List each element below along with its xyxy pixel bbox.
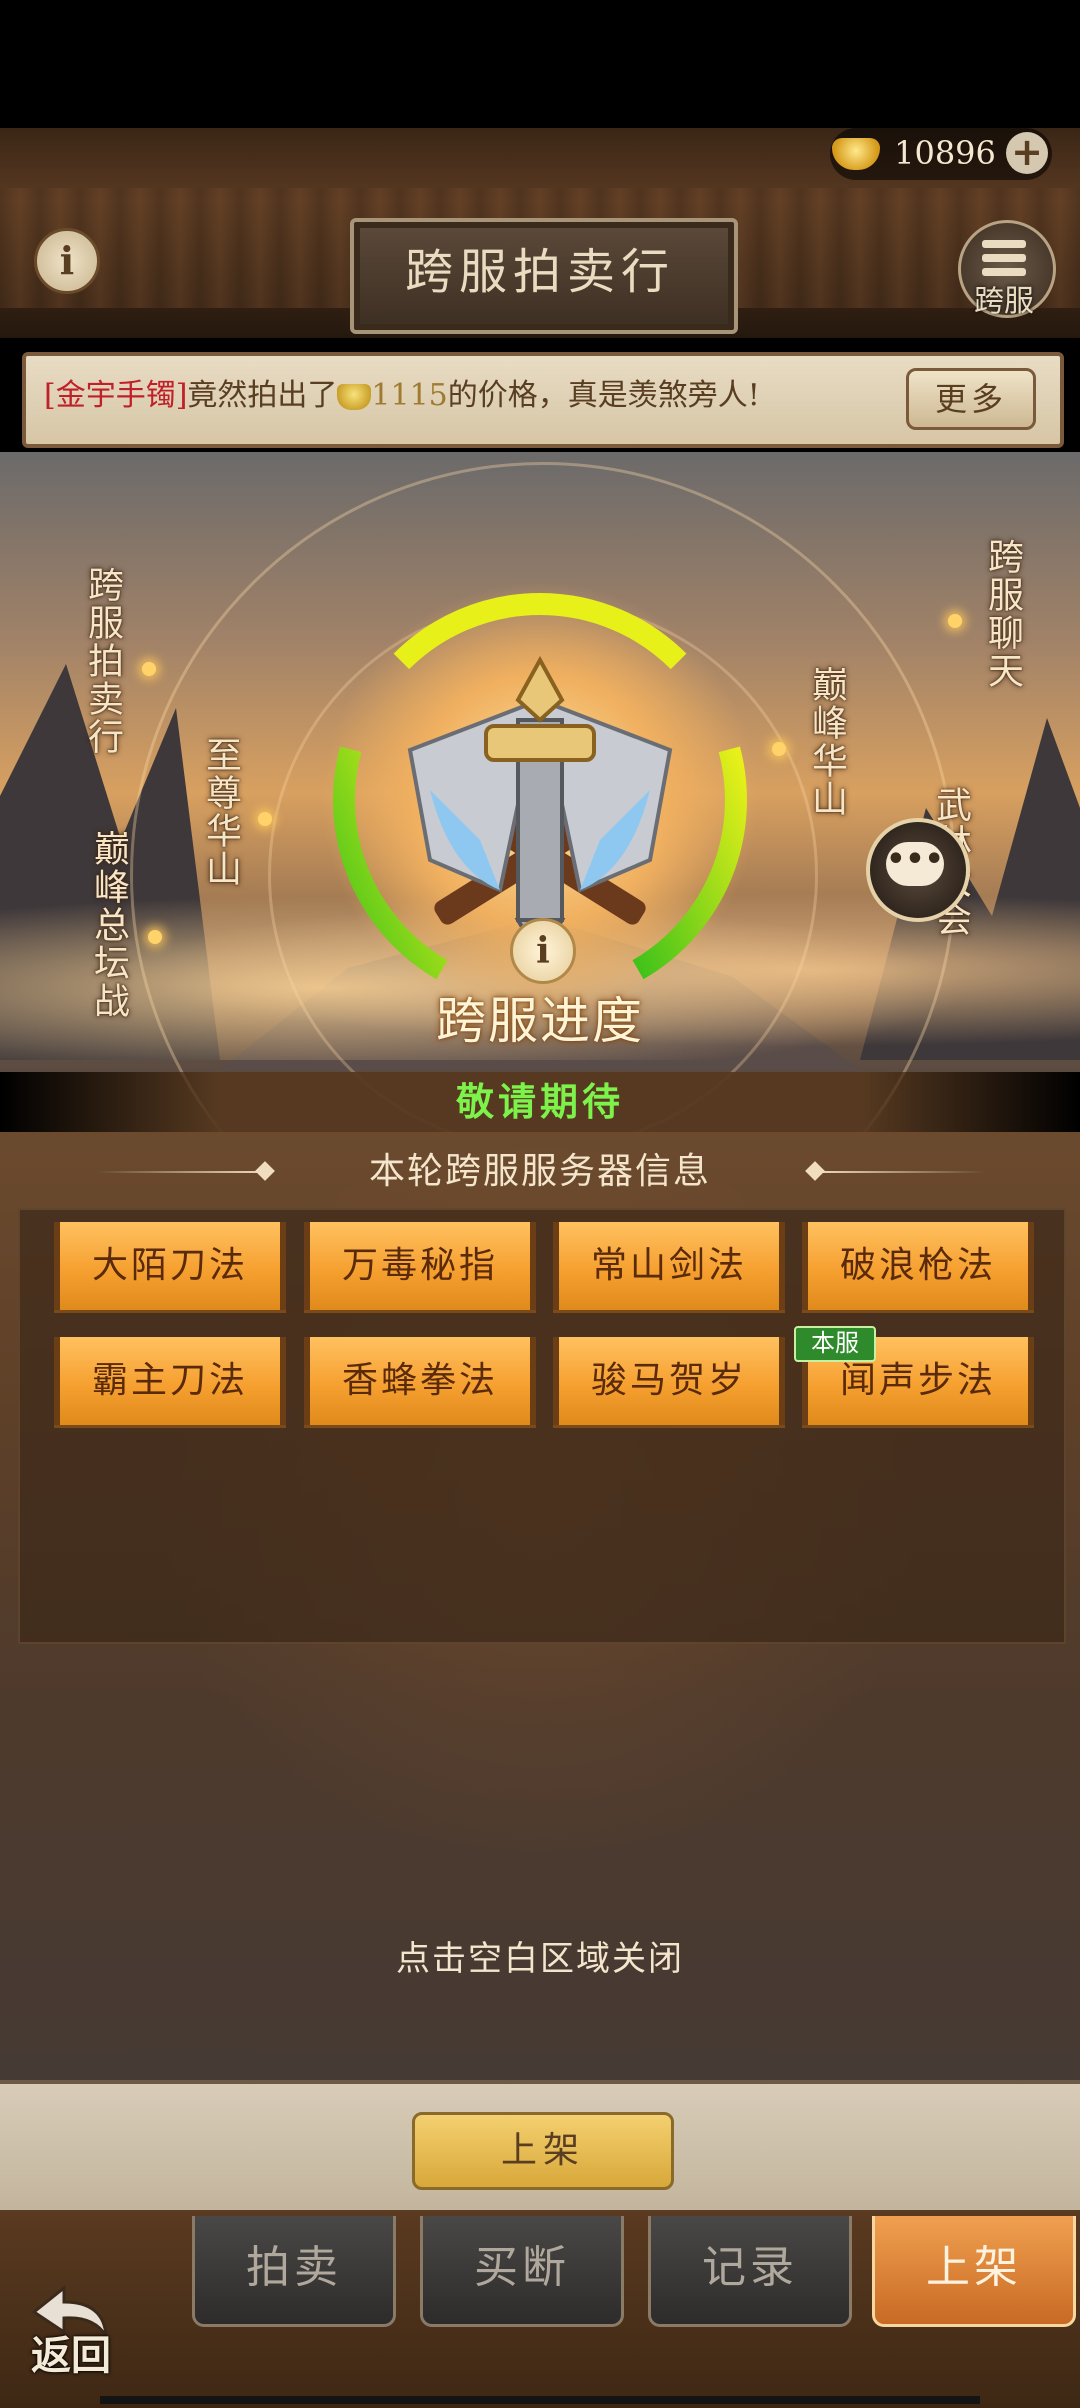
- more-button[interactable]: 更多: [906, 368, 1036, 430]
- back-label: 返回: [31, 2332, 111, 2379]
- server-item[interactable]: 破浪枪法: [802, 1222, 1034, 1310]
- node-dot: [258, 812, 272, 826]
- status-bar: [0, 0, 1080, 128]
- server-item[interactable]: 霸主刀法: [54, 1337, 286, 1425]
- tab-auction[interactable]: 拍卖: [192, 2216, 396, 2327]
- list-item-button[interactable]: 上架: [412, 2112, 674, 2190]
- progress-title: 跨服进度: [436, 992, 644, 1050]
- tab-records[interactable]: 记录: [648, 2216, 852, 2327]
- gold-ingot-icon: [337, 384, 372, 410]
- ticker-amount: 1115: [371, 378, 448, 413]
- node-peak-altar-battle[interactable]: 巅峰总坛战: [86, 830, 130, 1020]
- node-cross-server-chat[interactable]: 跨服聊天: [980, 538, 1024, 690]
- ticker-tail: 的价格，真是羡煞旁人!: [447, 378, 760, 413]
- divider-right: [816, 1171, 986, 1173]
- ticker-text: [金宇手镯]竟然拍出了 1115的价格，真是羡煞旁人!: [44, 364, 884, 428]
- progress-status: 敬请期待: [455, 1079, 624, 1124]
- server-item[interactable]: 骏马贺岁: [553, 1337, 785, 1425]
- menu-icon: [982, 240, 1026, 284]
- server-item[interactable]: 常山剑法: [553, 1222, 785, 1310]
- chat-dots: •••: [886, 842, 944, 877]
- section-title: 本轮跨服服务器信息: [368, 1151, 711, 1192]
- info-icon[interactable]: i: [34, 228, 100, 294]
- node-supreme-huashan[interactable]: 至尊华山: [198, 736, 242, 888]
- server-item[interactable]: 万毒秘指: [304, 1222, 536, 1310]
- close-hint[interactable]: 点击空白区域关闭: [340, 1934, 740, 1984]
- tab-list[interactable]: 上架: [872, 2216, 1076, 2327]
- cross-server-label: 跨服: [974, 284, 1034, 319]
- server-item[interactable]: 大陌刀法: [54, 1222, 286, 1310]
- add-currency-button[interactable]: +: [1006, 132, 1048, 174]
- current-server-badge: 本服: [794, 1326, 876, 1362]
- progress-info-icon[interactable]: i: [510, 918, 576, 984]
- currency-value: 10896: [894, 134, 996, 172]
- node-dot: [772, 742, 786, 756]
- node-dot: [148, 930, 162, 944]
- node-cross-server-auction[interactable]: 跨服拍卖行: [80, 566, 124, 756]
- ticker-mid: 竟然拍出了: [187, 378, 338, 413]
- node-dot: [948, 614, 962, 628]
- home-indicator: [100, 2396, 980, 2404]
- page-title: 跨服拍卖行: [404, 244, 675, 300]
- divider-left: [96, 1171, 266, 1173]
- ticker-item: [金宇手镯]: [44, 378, 188, 413]
- node-dot: [142, 662, 156, 676]
- server-item[interactable]: 香蜂拳法: [304, 1337, 536, 1425]
- node-peak-huashan[interactable]: 巅峰华山: [804, 666, 848, 818]
- tab-buyout[interactable]: 买断: [420, 2216, 624, 2327]
